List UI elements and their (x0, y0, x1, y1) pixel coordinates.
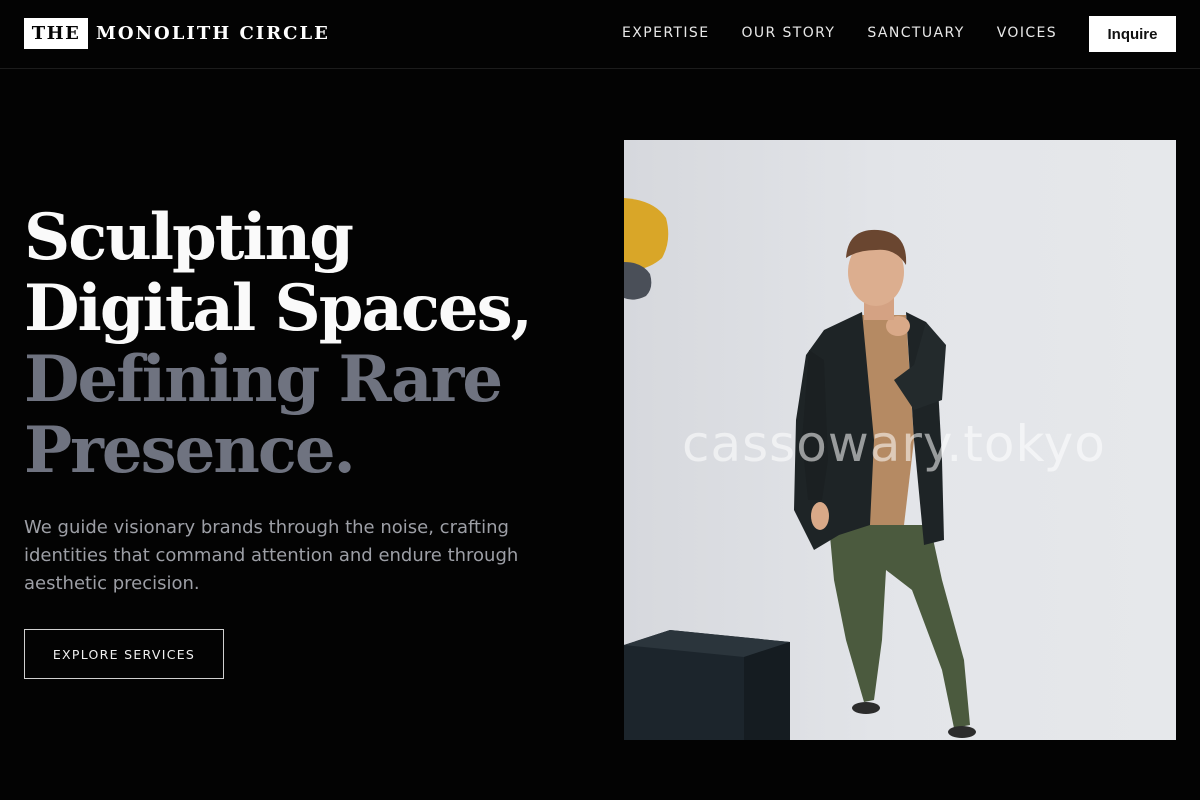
site-header: THE MONOLITH CIRCLE EXPERTISE OUR STORY … (0, 0, 1200, 69)
hero-photo: cassowary.tokyo (624, 140, 1176, 740)
main-nav: EXPERTISE OUR STORY SANCTUARY VOICES (606, 24, 1073, 42)
hero-subtext: We guide visionary brands through the no… (24, 517, 519, 594)
nav-voices[interactable]: VOICES (997, 25, 1057, 41)
explore-services-button[interactable]: EXPLORE SERVICES (24, 629, 224, 679)
headline-line-3: Defining Rare (24, 342, 503, 417)
headline-line-2: Digital Spaces, (24, 271, 533, 346)
logo-box: THE (24, 18, 88, 49)
inquire-button[interactable]: Inquire (1089, 16, 1176, 52)
logo-text: MONOLITH CIRCLE (96, 23, 330, 44)
nav-our-story[interactable]: OUR STORY (741, 25, 835, 41)
nav-sanctuary[interactable]: SANCTUARY (867, 25, 964, 41)
watermark: cassowary.tokyo (682, 415, 1106, 473)
logo[interactable]: THE MONOLITH CIRCLE (24, 18, 330, 49)
headline-line-1: Sculpting (24, 200, 354, 275)
headline-line-4: Presence. (24, 413, 356, 488)
hero-headline: Sculpting Digital Spaces, Defining Rare … (24, 202, 604, 486)
nav-expertise[interactable]: EXPERTISE (622, 25, 709, 41)
